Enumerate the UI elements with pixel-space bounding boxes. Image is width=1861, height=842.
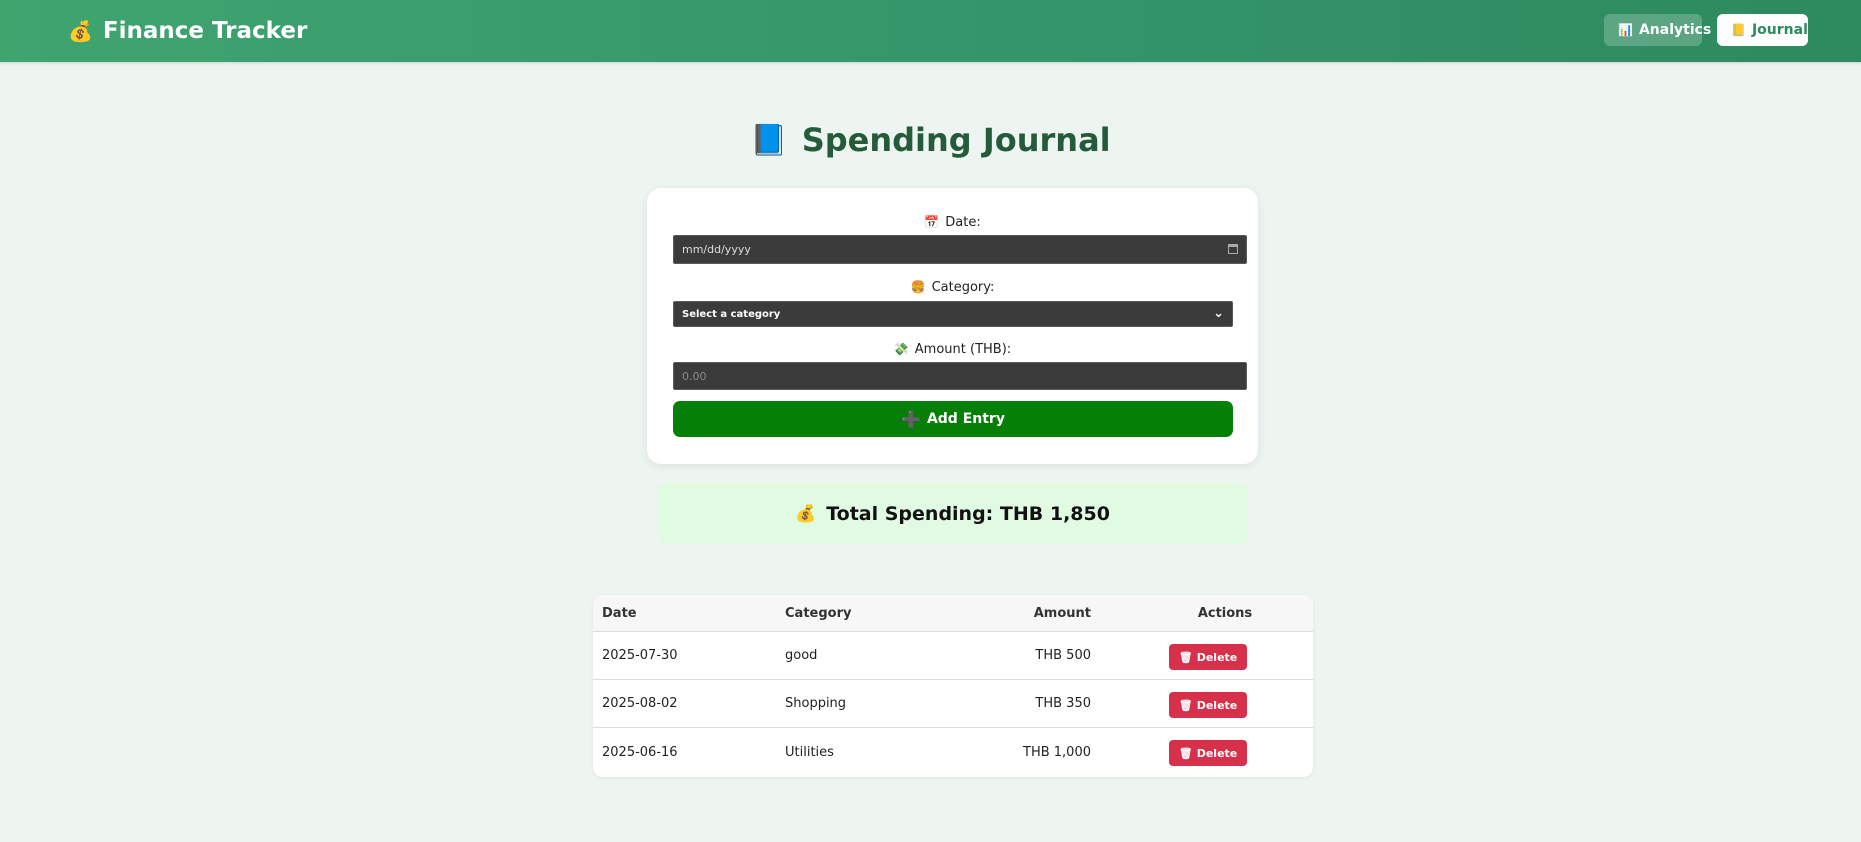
total-spending-text: Total Spending: THB 1,850 <box>826 502 1110 525</box>
table-row: 2025-06-16 Utilities THB 1,000 🗑 Delete <box>593 728 1313 776</box>
burger-icon: 🍔 <box>910 280 926 294</box>
trash-icon: 🗑 <box>1178 650 1193 664</box>
trash-icon: 🗑 <box>1178 698 1193 712</box>
chart-icon: 📊 <box>1618 23 1633 37</box>
delete-button[interactable]: 🗑 Delete <box>1169 644 1247 670</box>
amount-label-text: Amount (THB): <box>914 341 1012 357</box>
cell-amount: THB 500 <box>1035 648 1091 663</box>
entry-form: 📅 Date: mm/dd/yyyy 🍔 Category: Select a … <box>647 188 1258 464</box>
amount-placeholder: 0.00 <box>682 369 707 383</box>
category-select[interactable]: Select a category ⌄ <box>673 301 1233 327</box>
delete-label: Delete <box>1196 698 1238 712</box>
brand[interactable]: 💰 Finance Tracker <box>68 14 307 48</box>
delete-button[interactable]: 🗑 Delete <box>1169 692 1247 718</box>
category-selected: Select a category <box>682 308 781 320</box>
plus-icon: ➕ <box>901 409 921 429</box>
total-spending: 💰 Total Spending: THB 1,850 <box>657 483 1248 544</box>
page-title: 📘 Spending Journal <box>0 116 1861 164</box>
cell-amount: THB 1,000 <box>1023 744 1091 760</box>
nav-journal-button[interactable]: 📒 Journal <box>1717 14 1808 46</box>
notepad-icon: 📒 <box>1731 23 1746 37</box>
brand-title: Finance Tracker <box>102 18 308 44</box>
page-title-text: Spending Journal <box>801 121 1111 159</box>
amount-input[interactable]: 0.00 <box>673 362 1247 390</box>
add-entry-label: Add Entry <box>926 411 1005 427</box>
calendar-icon: 📅 <box>924 215 940 229</box>
date-label: 📅 Date: <box>647 213 1258 231</box>
category-label-text: Category: <box>931 279 995 295</box>
delete-button[interactable]: 🗑 Delete <box>1169 740 1247 766</box>
add-entry-button[interactable]: ➕ Add Entry <box>673 401 1233 437</box>
trash-icon: 🗑 <box>1178 746 1193 760</box>
table-row: 2025-07-30 good THB 500 🗑 Delete <box>593 632 1313 680</box>
calendar-picker-icon[interactable] <box>1228 244 1238 254</box>
delete-label: Delete <box>1196 746 1238 760</box>
money-wings-icon: 💸 <box>893 342 909 356</box>
date-placeholder: mm/dd/yyyy <box>682 243 751 256</box>
money-bag-icon: 💰 <box>795 503 817 524</box>
table-row: 2025-08-02 Shopping THB 350 🗑 Delete <box>593 680 1313 728</box>
amount-label: 💸 Amount (THB): <box>647 340 1258 358</box>
chevron-down-icon: ⌄ <box>1213 306 1224 321</box>
nav-journal-label: Journal <box>1751 22 1808 38</box>
header-amount: Amount <box>1033 605 1091 621</box>
table-header: Date Category Amount Actions <box>593 595 1313 632</box>
nav-analytics-label: Analytics <box>1638 22 1712 38</box>
entries-table: Date Category Amount Actions 2025-07-30 … <box>593 595 1313 777</box>
nav-analytics-button[interactable]: 📊 Analytics <box>1604 14 1711 46</box>
date-label-text: Date: <box>945 214 981 230</box>
delete-label: Delete <box>1196 650 1238 664</box>
date-input[interactable]: mm/dd/yyyy <box>673 235 1247 264</box>
money-bag-icon: 💰 <box>68 19 93 43</box>
cell-amount: THB 350 <box>1035 696 1091 711</box>
category-label: 🍔 Category: <box>647 278 1258 296</box>
header-actions: Actions <box>1197 605 1253 621</box>
book-icon: 📘 <box>750 122 788 158</box>
top-navbar: 💰 Finance Tracker 📊 Analytics 📒 Journal <box>0 0 1861 62</box>
